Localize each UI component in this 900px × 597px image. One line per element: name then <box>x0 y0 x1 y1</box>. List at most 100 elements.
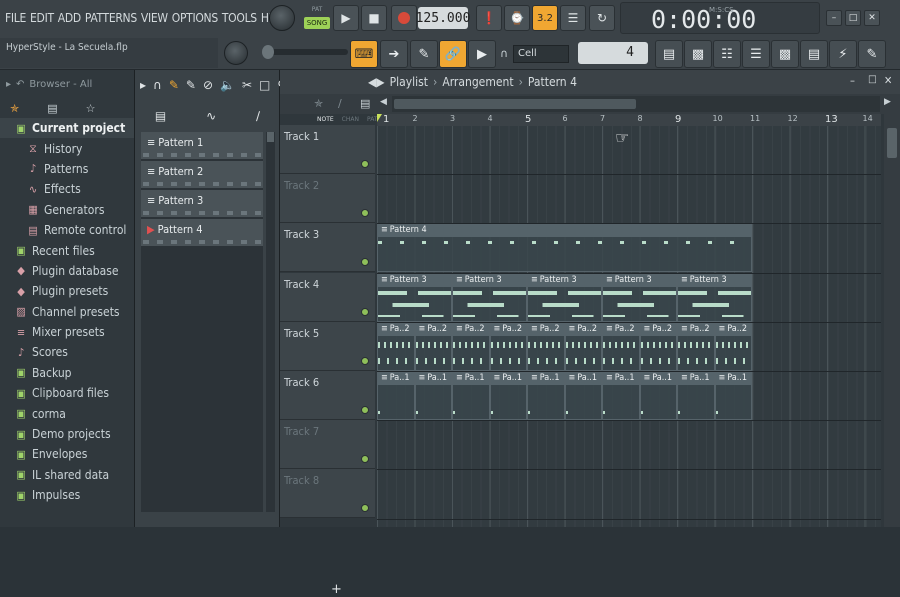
pattern-clip[interactable]: ≡ Pa..1 <box>489 372 527 420</box>
track-mute-led[interactable] <box>361 258 369 267</box>
track-mute-led[interactable] <box>361 160 369 168</box>
playhead-marker[interactable] <box>377 114 382 122</box>
picker-wave-icon[interactable]: ∿ <box>206 109 216 123</box>
track-header[interactable]: Track 2 <box>280 174 375 224</box>
wait-input-button[interactable]: ⌚ <box>504 5 530 31</box>
browser-item[interactable]: ▣ IL shared data <box>0 465 134 485</box>
draw-icon[interactable]: ✎ <box>169 78 179 92</box>
browser-item[interactable]: ▣ corma <box>0 403 134 423</box>
pattern-clip[interactable]: ≡ Pa..1 <box>677 372 715 420</box>
master-volume-knob[interactable] <box>224 41 248 65</box>
browser-tab-starred-icon[interactable]: ☆ <box>86 102 96 115</box>
browser-item[interactable]: ▣ Recent files <box>0 240 134 260</box>
scroll-left-icon[interactable]: ◀ <box>380 97 387 107</box>
loop-record-button[interactable]: ↻ <box>589 5 615 31</box>
snap-link-button[interactable]: 🔗 <box>439 40 467 68</box>
add-pattern-icon[interactable]: + <box>331 582 342 597</box>
browser-item[interactable]: ∿ Effects <box>0 179 134 199</box>
pattern-clip[interactable]: ≡ Pa..2 <box>527 322 565 371</box>
piano-roll-button[interactable]: ▩ <box>684 40 712 68</box>
browser-item[interactable]: ▨ Channel presets <box>0 302 134 322</box>
menu-patterns[interactable]: PATTERNS <box>85 11 137 25</box>
horizontal-scrollbar[interactable] <box>392 96 880 112</box>
step-edit-button[interactable]: ☰ <box>560 5 586 31</box>
menu-edit[interactable]: EDIT <box>30 11 54 25</box>
track-mute-led[interactable] <box>361 307 369 316</box>
play-arrow-button[interactable]: ➔ <box>380 40 408 68</box>
pattern-clip[interactable]: ≡ Pa..2 <box>602 322 640 371</box>
track-header[interactable]: Track 3 <box>280 223 375 273</box>
track-header[interactable]: Track 1 <box>280 125 375 174</box>
pattern-clip[interactable]: ≡ Pa..2 <box>489 322 527 371</box>
track-mute-led[interactable] <box>361 209 369 218</box>
browser-item[interactable]: ♪ Scores <box>0 342 134 362</box>
slice-icon[interactable]: ✂ <box>242 78 252 92</box>
playlist-maximize-icon[interactable]: □ <box>868 74 877 85</box>
playlist-close-icon[interactable]: ✕ <box>884 74 892 87</box>
browser-item[interactable]: ♪ Patterns <box>0 159 134 179</box>
stop-button[interactable]: ■ <box>361 5 387 31</box>
pattern-clip[interactable]: ≡ Pa..1 <box>639 372 677 420</box>
scroll-right-icon[interactable]: ▶ <box>884 97 891 107</box>
track-mute-led[interactable] <box>361 455 369 464</box>
crumb-pattern[interactable]: Pattern 4 <box>528 75 577 89</box>
browser-back-icon[interactable]: ↶ <box>16 79 24 90</box>
paint-icon[interactable]: ✎ <box>186 78 196 92</box>
browser-button[interactable]: ▩ <box>771 40 799 68</box>
typing-keyboard-button[interactable]: ⌨ <box>350 40 378 68</box>
magnet-icon[interactable]: ∩ <box>153 78 162 92</box>
menu-arrow-icon[interactable]: ▸ <box>140 78 146 92</box>
automation-mode-icon[interactable]: ∕ <box>338 97 342 110</box>
pattern-clip[interactable]: ≡ Pa..2 <box>414 322 452 371</box>
pattern-clip[interactable]: ≡ Pa..2 <box>714 322 752 371</box>
pattern-item[interactable]: ▶ Pattern 4 <box>141 219 263 246</box>
channel-rack-button[interactable]: ☷ <box>713 40 741 68</box>
picker-piano-icon[interactable]: ▤ <box>155 109 166 123</box>
pattern-list-scrollbar[interactable] <box>266 132 275 512</box>
track-header[interactable]: Track 4 <box>280 272 375 322</box>
pattern-item[interactable]: ≡ Pattern 1 <box>141 132 263 159</box>
minimize-button[interactable]: – <box>826 10 842 26</box>
browser-item[interactable]: ⧖ History <box>0 138 134 158</box>
browser-item[interactable]: ◆ Plugin presets <box>0 281 134 301</box>
pattern-clip[interactable]: ≡ Pa..1 <box>414 372 452 420</box>
countdown-button[interactable]: 3.2 <box>532 5 558 31</box>
picker-automation-icon[interactable]: ∕ <box>256 109 260 123</box>
pattern-clip[interactable]: ≡ Pattern 3 <box>527 273 602 322</box>
pattern-mode-icon[interactable]: ✯ <box>314 97 323 110</box>
pattern-clip[interactable]: ≡ Pa..1 <box>602 372 640 420</box>
pattern-item[interactable]: ≡ Pattern 2 <box>141 161 263 188</box>
close-button[interactable]: ✕ <box>864 10 880 26</box>
audio-mode-icon[interactable]: ▤ <box>360 97 370 110</box>
pattern-clip[interactable]: ≡ Pa..1 <box>452 372 490 420</box>
pattern-clip[interactable]: ≡ Pa..2 <box>639 322 677 371</box>
pattern-item[interactable]: ≡ Pattern 3 <box>141 190 263 217</box>
mixer-button[interactable]: ☰ <box>742 40 770 68</box>
pat-song-toggle[interactable]: PAT SONG <box>304 6 330 30</box>
crumb-arrangement[interactable]: Arrangement <box>442 75 513 89</box>
menu-options[interactable]: OPTIONS <box>172 11 218 25</box>
browser-arrow-icon[interactable]: ▸ <box>6 79 11 90</box>
track-header[interactable]: Track 8 <box>280 469 375 519</box>
browser-item[interactable]: ▣ Demo projects <box>0 424 134 444</box>
delete-icon[interactable]: ⊘ <box>203 78 213 92</box>
track-mute-led[interactable] <box>361 356 369 365</box>
browser-item[interactable]: ▣ Clipboard files <box>0 383 134 403</box>
track-header[interactable]: Track 7 <box>280 420 375 470</box>
pattern-clip[interactable]: ≡ Pa..1 <box>564 372 602 420</box>
menu-view[interactable]: VIEW <box>141 11 168 25</box>
pattern-clip[interactable]: ≡ Pa..1 <box>714 372 752 420</box>
track-mute-led[interactable] <box>361 504 369 513</box>
select-icon[interactable]: □ <box>259 78 270 92</box>
browser-item[interactable]: ≡ Mixer presets <box>0 322 134 342</box>
browser-tab-files-icon[interactable]: ▤ <box>47 102 57 115</box>
playlist-window-button[interactable]: ▤ <box>655 40 683 68</box>
vertical-scrollbar[interactable] <box>884 114 900 527</box>
snap-value[interactable]: 4 <box>578 42 648 64</box>
tempo-display[interactable]: 125.000 <box>416 7 470 29</box>
pattern-clip[interactable]: ≡ Pa..1 <box>527 372 565 420</box>
draw-mode-button[interactable]: ✎ <box>410 40 438 68</box>
snap-select[interactable]: Cell <box>513 45 569 63</box>
browser-item[interactable]: ▣ Current project <box>0 118 134 139</box>
play-button[interactable]: ▶ <box>333 5 359 31</box>
